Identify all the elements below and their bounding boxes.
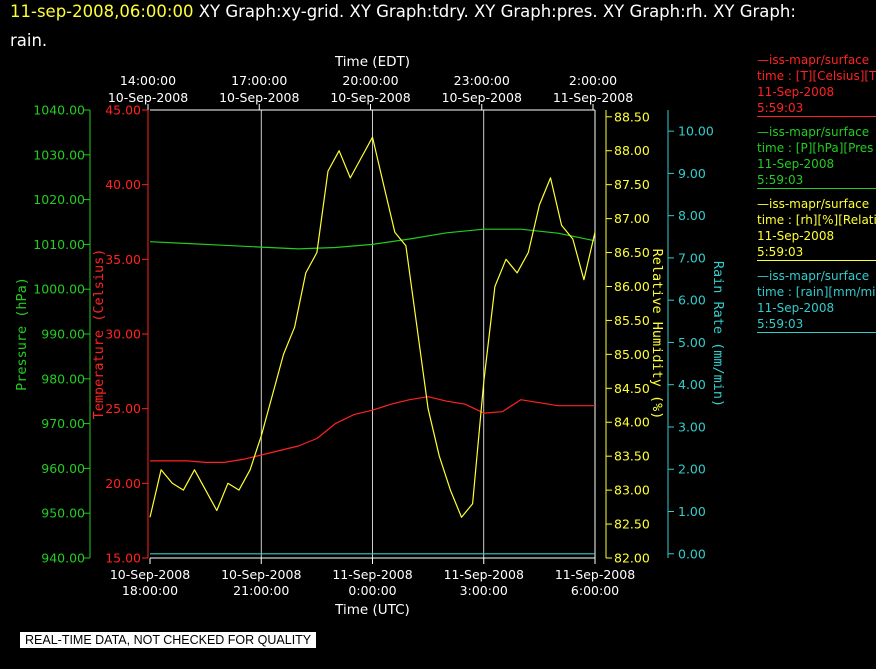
pressure-tick-label: 1040.00 <box>33 103 85 118</box>
legend-entry-line1: —iss-mapr/surface <box>757 197 870 211</box>
temperature-axis-label: Temperature (Celsius) <box>91 249 107 420</box>
x-tick-label-date: 11-Sep-2008 <box>555 567 635 582</box>
pressure-tick-label: 1000.00 <box>33 282 85 297</box>
rh-tick-label: 85.00 <box>614 347 650 362</box>
x-tick-label-date: 11-Sep-2008 <box>332 567 412 582</box>
legend-entry-line4: 5:59:03 <box>757 245 804 259</box>
legend-entry-line2: time : [rh][%][Relati <box>757 213 876 227</box>
x-tick-label-time: 3:00:00 <box>460 583 508 598</box>
x-top-tick-label-date: 10-Sep-2008 <box>442 90 522 105</box>
x-tick-label-time: 6:00:00 <box>571 583 619 598</box>
xy-graph: 10-Sep-200818:00:0010-Sep-200821:00:0011… <box>14 54 726 618</box>
rain-tick-label: 6.00 <box>678 293 706 308</box>
pressure-axis-label: Pressure (hPa) <box>14 277 30 391</box>
temperature-tick-label: 35.00 <box>105 252 141 267</box>
rh-tick-label: 87.50 <box>614 177 650 192</box>
rain-tick-label: 8.00 <box>678 208 706 223</box>
pressure-tick-label: 940.00 <box>41 551 85 566</box>
temperature-tick-label: 30.00 <box>105 327 141 342</box>
rh-tick-label: 84.00 <box>614 415 650 430</box>
legend-divider <box>757 116 876 117</box>
pressure-tick-label: 960.00 <box>41 461 85 476</box>
x-tick-label-time: 21:00:00 <box>233 583 289 598</box>
pressure-tick-label: 990.00 <box>41 327 85 342</box>
legend-entry-line1: —iss-mapr/surface <box>757 53 870 67</box>
legend-entry-line2: time : [rain][mm/min <box>757 285 876 299</box>
rain-tick-label: 5.00 <box>678 335 706 350</box>
legend-entry-line3: 11-Sep-2008 <box>757 301 835 315</box>
pressure-tick-label: 980.00 <box>41 371 85 386</box>
x-tick-label-time: 18:00:00 <box>122 583 178 598</box>
x-top-tick-label-time: 17:00:00 <box>231 73 287 88</box>
legend-entry-line4: 5:59:03 <box>757 101 804 115</box>
rain-tick-label: 7.00 <box>678 250 706 265</box>
rain-tick-label: 2.00 <box>678 462 706 477</box>
x-top-tick-label-date: 10-Sep-2008 <box>330 90 410 105</box>
rain-tick-label: 0.00 <box>678 546 706 561</box>
legend-divider <box>757 188 876 189</box>
legend-entry-line2: time : [P][hPa][Pres <box>757 141 874 155</box>
legend-entry: —iss-mapr/surface time : [P][hPa][Pres 11-… <box>757 124 876 189</box>
rh-tick-label: 85.50 <box>614 313 650 328</box>
temperature-tick-label: 45.00 <box>105 103 141 118</box>
x-top-tick-label-time: 20:00:00 <box>342 73 398 88</box>
legend-divider <box>757 332 876 333</box>
legend-entry: —iss-mapr/surface time : [T][Celsius][T 11… <box>757 52 876 117</box>
legend-entry-line3: 11-Sep-2008 <box>757 229 835 243</box>
x-tick-label-date: 10-Sep-2008 <box>221 567 301 582</box>
x-top-tick-label-date: 11-Sep-2008 <box>553 90 633 105</box>
pressure-tick-label: 970.00 <box>41 416 85 431</box>
rh-tick-label: 83.50 <box>614 449 650 464</box>
rain-tick-label: 4.00 <box>678 377 706 392</box>
legend-entry-line3: 11-Sep-2008 <box>757 85 835 99</box>
x-axis-label-edt: Time (EDT) <box>334 54 410 70</box>
rh-tick-label: 82.50 <box>614 517 650 532</box>
rain-axis-label: Rain Rate (mm/min) <box>710 261 726 407</box>
legend-entry-line1: —iss-mapr/surface <box>757 269 870 283</box>
rain-tick-label: 3.00 <box>678 419 706 434</box>
legend-entry-line4: 5:59:03 <box>757 173 804 187</box>
rh-axis-label: Relative Humidity (%) <box>649 249 665 420</box>
rain-tick-label: 1.00 <box>678 504 706 519</box>
rh-tick-label: 88.00 <box>614 143 650 158</box>
pressure-tick-label: 1010.00 <box>33 237 85 252</box>
x-top-tick-label-time: 2:00:00 <box>569 73 617 88</box>
rh-tick-label: 86.50 <box>614 245 650 260</box>
x-axis-label-utc: Time (UTC) <box>334 602 410 618</box>
legend-entry-line4: 5:59:03 <box>757 317 804 331</box>
rh-tick-label: 84.50 <box>614 381 650 396</box>
x-tick-label-date: 11-Sep-2008 <box>444 567 524 582</box>
x-top-tick-label-time: 23:00:00 <box>454 73 510 88</box>
pressure-tick-label: 1030.00 <box>33 147 85 162</box>
x-tick-label-date: 10-Sep-2008 <box>110 567 190 582</box>
legend-entry-line2: time : [T][Celsius][T <box>757 69 876 83</box>
temperature-tick-label: 15.00 <box>105 551 141 566</box>
rh-tick-label: 86.00 <box>614 279 650 294</box>
rh-tick-label: 82.00 <box>614 551 650 566</box>
rh-tick-label: 88.50 <box>614 109 650 124</box>
rh-tick-label: 83.00 <box>614 483 650 498</box>
pressure-tick-label: 950.00 <box>41 506 85 521</box>
temperature-tick-label: 20.00 <box>105 476 141 491</box>
legend-entry: —iss-mapr/surface time : [rh][%][Relati 11… <box>757 196 876 261</box>
rain-tick-label: 9.00 <box>678 166 706 181</box>
rain-tick-label: 10.00 <box>678 124 714 139</box>
legend-entry: —iss-mapr/surface time : [rain][mm/min 11-… <box>757 268 876 333</box>
temperature-tick-label: 25.00 <box>105 401 141 416</box>
x-top-tick-label-time: 14:00:00 <box>120 73 176 88</box>
x-tick-label-time: 0:00:00 <box>348 583 396 598</box>
legend-entry-line1: —iss-mapr/surface <box>757 125 870 139</box>
quality-notice: REAL-TIME DATA, NOT CHECKED FOR QUALITY <box>20 632 317 648</box>
pressure-tick-label: 1020.00 <box>33 192 85 207</box>
legend-entry-line3: 11-Sep-2008 <box>757 157 835 171</box>
x-top-tick-label-date: 10-Sep-2008 <box>219 90 299 105</box>
legend-divider <box>757 260 876 261</box>
rh-tick-label: 87.00 <box>614 211 650 226</box>
temperature-tick-label: 40.00 <box>105 177 141 192</box>
